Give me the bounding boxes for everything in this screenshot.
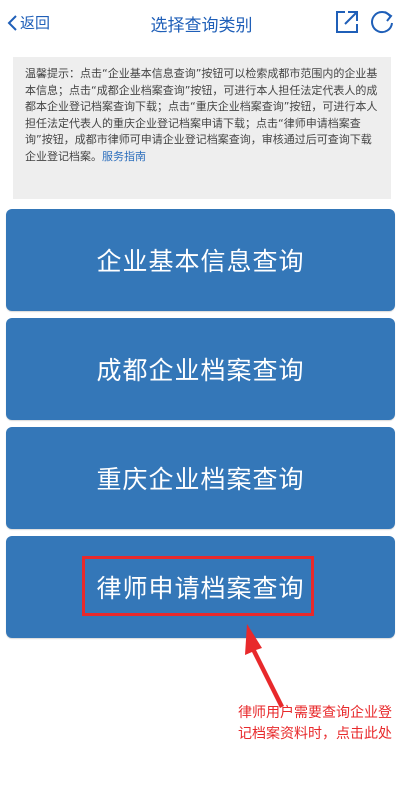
notice-box: 温馨提示：点击“企业基本信息查询”按钮可以检索成都市范围内的企业基本信息；点击“… [13, 57, 391, 199]
top-bar: 返回 选择查询类别 [0, 0, 403, 44]
share-icon[interactable] [334, 9, 360, 35]
chengdu-enterprise-archive-query-button[interactable]: 成都企业档案查询 [6, 318, 395, 420]
enterprise-basic-info-query-button[interactable]: 企业基本信息查询 [6, 209, 395, 311]
refresh-icon[interactable] [369, 9, 395, 35]
chongqing-enterprise-archive-query-button[interactable]: 重庆企业档案查询 [6, 427, 395, 529]
annotation-text: 律师用户需要查询企业登记档案资料时，点击此处 [238, 705, 392, 742]
notice-text: 温馨提示：点击“企业基本信息查询”按钮可以检索成都市范围内的企业基本信息；点击“… [25, 67, 378, 163]
service-guide-link[interactable]: 服务指南 [102, 150, 146, 163]
highlight-box [82, 556, 314, 616]
